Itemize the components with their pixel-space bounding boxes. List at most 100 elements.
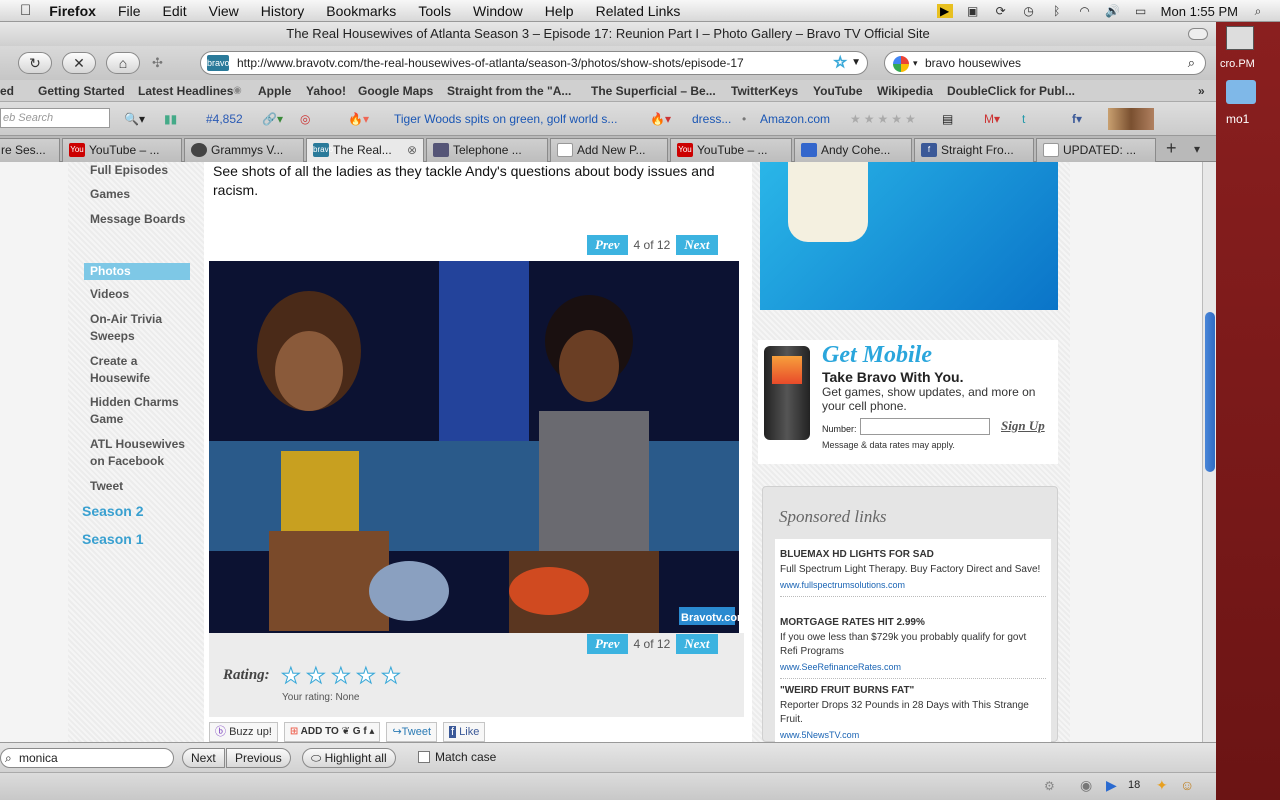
tab-list-icon[interactable]: ▾ xyxy=(1194,142,1200,156)
popcorn-ad[interactable] xyxy=(760,162,1058,310)
menu-tools[interactable]: Tools xyxy=(418,3,451,19)
home-button[interactable]: ⌂ xyxy=(106,52,140,74)
nav-videos[interactable]: Videos xyxy=(90,286,200,303)
tab-3[interactable]: Grammys V... xyxy=(184,138,304,162)
rank-count[interactable]: #4,852 xyxy=(206,102,243,136)
phone-number-input[interactable] xyxy=(860,418,990,435)
sign-up-link[interactable]: Sign Up xyxy=(1001,418,1045,434)
status-play-icon[interactable]: ▶ xyxy=(1106,777,1117,794)
status-puzzle-icon[interactable]: ✦ xyxy=(1156,777,1168,794)
volume-icon[interactable]: 🔊 xyxy=(1105,4,1121,18)
menu-window[interactable]: Window xyxy=(473,3,523,19)
nav-message-boards[interactable]: Message Boards xyxy=(90,211,200,228)
ad-url[interactable]: www.5NewsTV.com xyxy=(780,730,1046,740)
menubar-clock[interactable]: Mon 1:55 PM xyxy=(1161,4,1238,19)
time-machine-icon[interactable]: ◷ xyxy=(1021,4,1037,18)
buzz-up-button[interactable]: ⓑ Buzz up! xyxy=(209,722,278,742)
ad-title[interactable]: BLUEMAX HD LIGHTS FOR SAD xyxy=(780,549,1046,560)
tab-9[interactable]: f Straight Fro... xyxy=(914,138,1034,162)
new-tab-button[interactable]: + xyxy=(1166,138,1177,159)
menu-file[interactable]: File xyxy=(118,3,141,19)
next-button[interactable]: Next xyxy=(676,235,718,255)
battery-icon[interactable]: ▭ xyxy=(1133,4,1149,18)
url-bar[interactable]: bravo http://www.bravotv.com/the-real-ho… xyxy=(200,51,868,75)
match-case-checkbox[interactable] xyxy=(418,751,430,763)
bookmark-star-icon[interactable]: ☆ xyxy=(833,52,847,74)
find-input[interactable]: ⌕ monica xyxy=(0,748,174,768)
menu-bookmarks[interactable]: Bookmarks xyxy=(326,3,396,19)
tab-6[interactable]: Add New P... xyxy=(550,138,668,162)
bookmark-apple[interactable]: Apple xyxy=(258,80,291,102)
ad-title[interactable]: MORTGAGE RATES HIT 2.99% xyxy=(780,617,1046,628)
sync-icon[interactable]: ⟳ xyxy=(993,4,1009,18)
menu-view[interactable]: View xyxy=(209,3,239,19)
bookmarks-overflow-icon[interactable]: » xyxy=(1198,80,1205,102)
tab-2[interactable]: You YouTube – ... xyxy=(62,138,182,162)
menu-firefox[interactable]: Firefox xyxy=(49,3,96,19)
google-icon[interactable] xyxy=(893,56,909,72)
menu-history[interactable]: History xyxy=(261,3,305,19)
search-engine-dropdown-icon[interactable]: ▾ xyxy=(913,52,918,74)
web-search-input[interactable]: eb Search xyxy=(0,108,110,128)
bookmark-twitterkeys[interactable]: TwitterKeys xyxy=(731,80,798,102)
vertical-scrollbar[interactable] xyxy=(1202,162,1216,742)
bookmark-yahoo[interactable]: Yahoo! xyxy=(306,80,346,102)
wifi-icon[interactable]: ◠ xyxy=(1077,4,1093,18)
ad-title[interactable]: "WEIRD FRUIT BURNS FAT" xyxy=(780,685,1046,696)
media-icon[interactable]: ▶ xyxy=(936,4,953,18)
tab-8[interactable]: Andy Cohe... xyxy=(794,138,912,162)
stats-icon[interactable]: ▮▮ xyxy=(164,102,177,136)
nav-full-episodes[interactable]: Full Episodes xyxy=(90,162,200,179)
addon-status-icon[interactable]: ⚙ xyxy=(1044,779,1055,793)
search-icon[interactable]: ⌕ xyxy=(1188,52,1195,74)
add-to-button[interactable]: ⊞ ADD TO ❦ G f ▴ xyxy=(283,722,381,742)
bookmark-doubleclick[interactable]: DoubleClick for Publ... xyxy=(947,80,1075,102)
bookmark-item[interactable]: ed xyxy=(0,80,14,102)
shopping-item[interactable]: dress... xyxy=(692,102,731,136)
nav-tweet[interactable]: Tweet xyxy=(90,478,200,495)
url-dropdown-icon[interactable]: ▼ xyxy=(851,52,861,74)
nav-trivia-sweeps[interactable]: On-Air Trivia Sweeps xyxy=(90,311,200,345)
gallery-photo[interactable]: Bravotv.com xyxy=(209,261,739,633)
nav-games[interactable]: Games xyxy=(90,186,200,203)
ad-item[interactable]: MORTGAGE RATES HIT 2.99% If you owe less… xyxy=(780,617,1046,679)
tab-active[interactable]: bravo The Real... ⊗ xyxy=(306,138,424,162)
bookmark-youtube[interactable]: YouTube xyxy=(813,80,863,102)
rating-star-1-icon[interactable]: ★ xyxy=(281,663,302,689)
scrollbar-thumb[interactable] xyxy=(1205,312,1215,472)
bluetooth-icon[interactable]: ᛒ xyxy=(1049,4,1065,18)
apple-icon[interactable]:  xyxy=(20,2,31,19)
notepad-icon[interactable]: ▤ xyxy=(942,102,953,136)
find-next-button[interactable]: Next xyxy=(182,748,225,768)
bookmark-straight-from[interactable]: Straight from the "A... xyxy=(447,80,571,102)
nav-season-2[interactable]: Season 2 xyxy=(82,503,192,520)
bookmark-superficial[interactable]: The Superficial – Be... xyxy=(591,80,716,102)
ad-url[interactable]: www.SeeRefinanceRates.com xyxy=(780,662,1046,672)
tab-10[interactable]: UPDATED: ... xyxy=(1036,138,1156,162)
spotlight-icon[interactable]: ⌕ xyxy=(1250,4,1266,18)
status-face-icon[interactable]: ☺ xyxy=(1180,777,1194,793)
like-button[interactable]: f Like xyxy=(443,722,486,742)
avatar-thumbnails[interactable] xyxy=(1108,108,1154,130)
ad-item[interactable]: "WEIRD FRUIT BURNS FAT" Reporter Drops 3… xyxy=(780,685,1046,742)
tab-1[interactable]: re Ses... xyxy=(0,138,60,162)
ad-url[interactable]: www.fullspectrumsolutions.com xyxy=(780,580,1046,590)
ad-item[interactable]: BLUEMAX HD LIGHTS FOR SAD Full Spectrum … xyxy=(780,549,1046,597)
nav-create-housewife[interactable]: Create a Housewife xyxy=(90,353,200,387)
tweet-button[interactable]: ↪Tweet xyxy=(386,722,438,742)
shopping-icon[interactable]: 🔥▾ xyxy=(650,102,671,136)
fire-icon[interactable]: 🔥▾ xyxy=(348,102,369,136)
folder-icon[interactable] xyxy=(1226,80,1256,104)
window-zoom-button[interactable] xyxy=(1188,28,1208,40)
gmail-icon[interactable]: M▾ xyxy=(984,102,1000,136)
stop-button[interactable]: ✕ xyxy=(62,52,96,74)
amazon-link[interactable]: Amazon.com xyxy=(760,102,830,136)
menu-help[interactable]: Help xyxy=(545,3,574,19)
link-icon[interactable]: 🔗▾ xyxy=(262,102,283,136)
prev-button[interactable]: Prev xyxy=(587,235,628,255)
nav-season-1[interactable]: Season 1 xyxy=(82,531,192,548)
menu-related-links[interactable]: Related Links xyxy=(596,3,681,19)
rating-star-4-icon[interactable]: ★ xyxy=(356,663,377,689)
twitter-icon[interactable]: t xyxy=(1022,102,1025,136)
nav-photos[interactable]: Photos xyxy=(84,263,190,280)
